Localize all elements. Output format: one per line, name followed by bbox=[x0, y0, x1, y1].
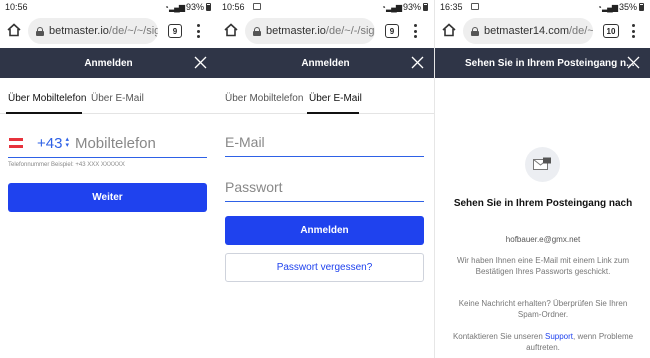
url-domain: betmaster14.com bbox=[484, 25, 569, 37]
battery-icon bbox=[206, 3, 211, 11]
tab-email[interactable]: Über E-Mail bbox=[91, 93, 144, 104]
tabs-icon[interactable]: 9 bbox=[168, 24, 182, 38]
home-icon[interactable] bbox=[442, 23, 456, 37]
menu-icon[interactable] bbox=[196, 24, 200, 38]
support-link[interactable]: Support bbox=[545, 332, 573, 341]
screen-check-inbox: 16:35 ◔ ▂▄▆ 35% betmaster14.com/de/~ 10 … bbox=[434, 0, 650, 358]
url-domain: betmaster.io bbox=[49, 25, 109, 37]
dialog-title: Sehen Sie in Ihrem Posteingang n... bbox=[465, 57, 635, 69]
close-icon[interactable] bbox=[411, 56, 424, 69]
dialog-header: Anmelden bbox=[0, 48, 217, 78]
login-method-tabs: Über Mobiltelefon Über E-Mail bbox=[217, 78, 434, 114]
address-bar[interactable]: betmaster.io/de/~/~/sig bbox=[28, 18, 158, 44]
close-icon[interactable] bbox=[627, 56, 640, 69]
confirmation-email: hofbauer.e@gmx.net bbox=[505, 235, 581, 244]
status-time: 10:56 bbox=[222, 2, 245, 12]
image-notification-icon bbox=[471, 3, 479, 10]
dialog-header: Anmelden bbox=[217, 48, 434, 78]
image-notification-icon bbox=[253, 3, 261, 10]
signal-icon: ◔ ▂▄▆ bbox=[163, 2, 185, 12]
signal-icon: ◔ ▂▄▆ bbox=[596, 2, 618, 12]
battery-percent: 93% bbox=[185, 2, 204, 12]
status-bar: 16:35 ◔ ▂▄▆ 35% bbox=[435, 0, 650, 14]
email-input[interactable]: E-Mail bbox=[225, 128, 424, 157]
austria-flag-icon bbox=[9, 138, 23, 148]
tab-mobile[interactable]: Über Mobiltelefon bbox=[8, 93, 86, 104]
home-icon[interactable] bbox=[7, 23, 21, 37]
lock-icon bbox=[471, 26, 479, 36]
dialog-header: Sehen Sie in Ihrem Posteingang n... bbox=[435, 48, 650, 78]
phone-input[interactable]: Mobiltelefon bbox=[75, 135, 156, 152]
screen-email-login: 10:56 ◔ ▂▄▆ 93% betmaster.io/de/~/-/sig … bbox=[217, 0, 434, 358]
support-note: Kontaktieren Sie unseren Support, wenn P… bbox=[449, 331, 637, 353]
status-time: 16:35 bbox=[440, 2, 463, 12]
login-button[interactable]: Anmelden bbox=[225, 216, 424, 245]
active-tab-indicator bbox=[6, 112, 82, 114]
dialog-title: Anmelden bbox=[84, 57, 133, 69]
status-bar: 10:56 ◔ ▂▄▆ 93% bbox=[217, 0, 434, 14]
battery-percent: 35% bbox=[618, 2, 637, 12]
close-icon[interactable] bbox=[194, 56, 207, 69]
status-bar: 10:56 ◔ ▂▄▆ 93% bbox=[0, 0, 217, 14]
browser-toolbar: betmaster.io/de/~/~/sig 9 bbox=[0, 14, 217, 48]
tabs-icon[interactable]: 9 bbox=[385, 24, 399, 38]
status-time: 10:56 bbox=[5, 2, 28, 12]
address-bar[interactable]: betmaster14.com/de/~ bbox=[463, 18, 593, 44]
confirmation-title: Sehen Sie in Ihrem Posteingang nach bbox=[453, 198, 633, 209]
address-bar[interactable]: betmaster.io/de/~/-/sig bbox=[245, 18, 375, 44]
phone-field[interactable]: +43 ▴ ▾ Mobiltelefon bbox=[8, 129, 207, 158]
country-code-select[interactable]: +43 bbox=[37, 135, 62, 152]
confirmation-message: Wir haben Ihnen eine E-Mail mit einem Li… bbox=[456, 256, 630, 276]
spam-note: Keine Nachricht erhalten? Überprüfen Sie… bbox=[458, 299, 628, 319]
url-domain: betmaster.io bbox=[266, 25, 326, 37]
url-path: /de/~ bbox=[568, 25, 593, 37]
menu-icon[interactable] bbox=[631, 24, 635, 38]
mail-icon bbox=[525, 147, 560, 182]
phone-hint: Telefonnummer Beispiel: +43 XXX XXXXXX bbox=[8, 162, 125, 168]
tab-email[interactable]: Über E-Mail bbox=[309, 93, 362, 104]
screen-phone-login: 10:56 ◔ ▂▄▆ 93% betmaster.io/de/~/~/sig … bbox=[0, 0, 217, 358]
lock-icon bbox=[253, 26, 261, 36]
forgot-password-button[interactable]: Passwort vergessen? bbox=[225, 253, 424, 282]
battery-percent: 93% bbox=[402, 2, 421, 12]
dialog-title: Anmelden bbox=[301, 57, 350, 69]
url-path: /de/~/~/sig bbox=[108, 25, 158, 37]
login-method-tabs: Über Mobiltelefon Über E-Mail bbox=[0, 78, 217, 114]
tab-mobile[interactable]: Über Mobiltelefon bbox=[225, 93, 303, 104]
chevron-updown-icon[interactable]: ▴ ▾ bbox=[65, 136, 69, 149]
browser-toolbar: betmaster14.com/de/~ 10 bbox=[435, 14, 650, 48]
support-prefix: Kontaktieren Sie unseren bbox=[452, 332, 545, 341]
battery-icon bbox=[639, 3, 644, 11]
menu-icon[interactable] bbox=[413, 24, 417, 38]
password-input[interactable]: Passwort bbox=[225, 173, 424, 202]
active-tab-indicator bbox=[307, 112, 359, 114]
browser-toolbar: betmaster.io/de/~/-/sig 9 bbox=[217, 14, 434, 48]
continue-button[interactable]: Weiter bbox=[8, 183, 207, 212]
battery-icon bbox=[423, 3, 428, 11]
tabs-icon[interactable]: 10 bbox=[603, 24, 619, 38]
home-icon[interactable] bbox=[224, 23, 238, 37]
url-path: /de/~/-/sig bbox=[325, 25, 375, 37]
signal-icon: ◔ ▂▄▆ bbox=[380, 2, 402, 12]
lock-icon bbox=[36, 26, 44, 36]
